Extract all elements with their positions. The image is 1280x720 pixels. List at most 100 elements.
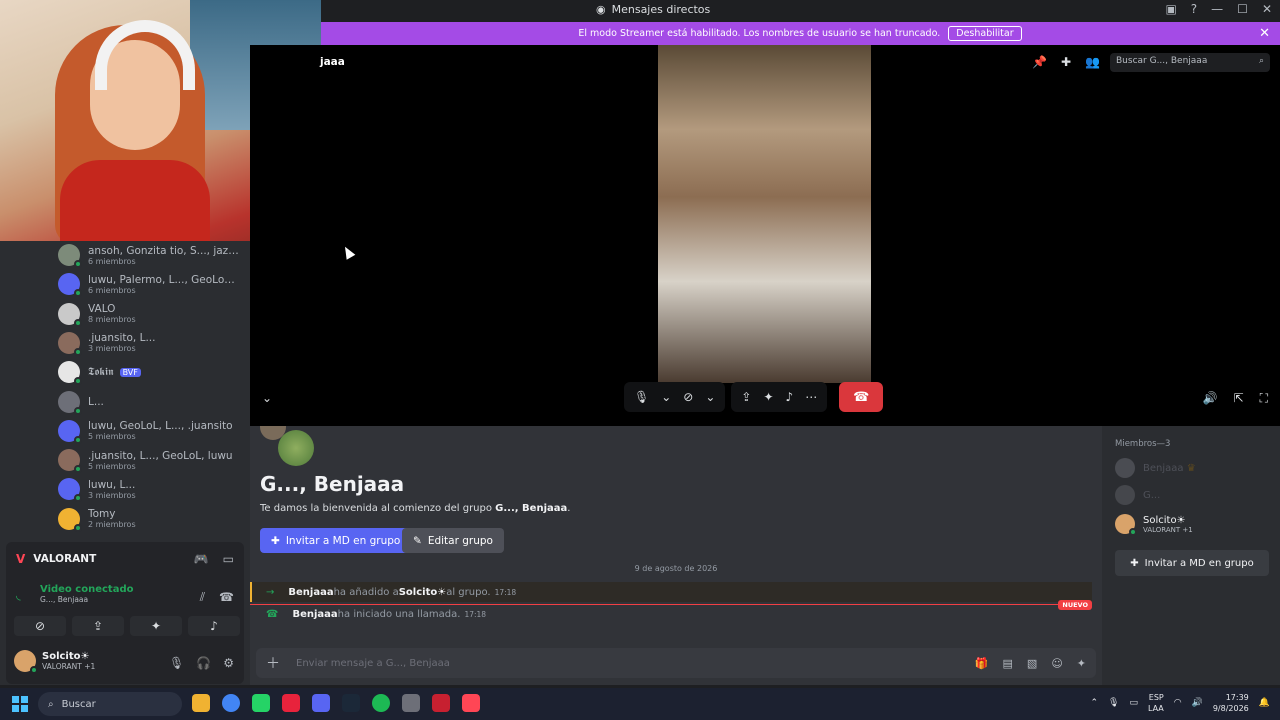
sticker-icon[interactable]: ▧	[1027, 657, 1037, 670]
edit-group-label: Editar grupo	[427, 534, 493, 547]
popout-icon[interactable]: ⇱	[1234, 391, 1244, 406]
dm-members-count: 6 miembros	[88, 285, 136, 295]
wifi-icon[interactable]: ◠	[1174, 698, 1182, 708]
windows-start-icon[interactable]	[12, 696, 28, 712]
dm-item[interactable]: .juansito, L..., GeoLoL, luwu 5 miembros	[58, 446, 243, 474]
game-panel: V VALORANT 🎮 ▭ ◟ Video conectado G..., B…	[6, 542, 244, 684]
microphone-icon[interactable]: 🎙	[169, 656, 184, 670]
fullscreen-icon[interactable]: ⛶	[1260, 391, 1268, 406]
microphone-icon[interactable]: 🎙	[1108, 698, 1119, 708]
soundboard-icon[interactable]: ♪	[786, 390, 794, 404]
clock[interactable]: 17:39 9/8/2026	[1213, 692, 1249, 714]
whatsapp-icon[interactable]	[252, 694, 270, 712]
lol-icon[interactable]	[432, 694, 450, 712]
dm-item[interactable]: luwu, L... 3 miembros	[58, 475, 243, 503]
disable-streamer-button[interactable]: Deshabilitar	[948, 26, 1022, 41]
status-dot	[74, 377, 82, 386]
dm-name: Tomy	[88, 508, 116, 521]
display-icon[interactable]: ▭	[1129, 698, 1138, 708]
inbox-icon[interactable]: ▣	[1165, 2, 1176, 16]
disconnect-icon[interactable]: ☎	[219, 590, 234, 605]
window-title: ◉ Mensajes directos	[596, 3, 711, 16]
user-panel[interactable]: Solcito☀ VALORANT +1	[14, 650, 95, 674]
taskbar-search[interactable]: ⌕ Buscar	[38, 692, 182, 716]
chrome-icon[interactable]	[222, 694, 240, 712]
dm-item[interactable]: VALO 8 miembros	[58, 300, 243, 328]
dm-item[interactable]: 𝕿𝖔𝖐𝖎𝖓 BVF	[58, 358, 243, 386]
steam-icon[interactable]	[342, 694, 360, 712]
chevron-down-icon[interactable]: ⌄	[661, 390, 671, 404]
camera-off-icon[interactable]: ⊘	[683, 390, 693, 404]
volume-icon[interactable]: 🔊	[1192, 698, 1203, 708]
minimize-button[interactable]: —	[1211, 2, 1223, 16]
dm-item[interactable]: Tomy 2 miembros	[58, 505, 243, 533]
add-friend-icon[interactable]: ✚	[1061, 55, 1071, 69]
discord-taskbar-icon[interactable]	[312, 694, 330, 712]
dm-item[interactable]: ansoh, Gonzita tio, S..., jazz ☆, T...6 …	[58, 241, 243, 269]
pin-icon[interactable]: 📌	[1032, 55, 1047, 69]
member-item[interactable]: Solcito☀ VALORANT +1	[1115, 514, 1193, 536]
volume-icon[interactable]: 🔊	[1203, 391, 1218, 406]
message-target[interactable]: Solcito☀	[399, 587, 446, 598]
avatar	[58, 419, 82, 444]
soundboard-button[interactable]: ♪	[188, 616, 240, 636]
search-input[interactable]: Buscar G..., Benjaaa ⌕	[1110, 53, 1270, 72]
chevron-down-icon[interactable]: ⌄	[705, 390, 715, 404]
message-actor[interactable]: Benjaaa	[288, 587, 333, 598]
settings-gear-icon[interactable]: ⚙	[223, 656, 234, 670]
apps-icon[interactable]: ✦	[1077, 657, 1086, 670]
dm-item[interactable]: luwu, Palermo, L..., GeoLoL, .ju...6 mie…	[58, 270, 243, 298]
group-title: G..., Benjaaa	[260, 472, 405, 496]
voice-connected-label[interactable]: Video conectado	[40, 584, 133, 595]
invite-button[interactable]: ✚ Invitar a MD en grupo	[1115, 550, 1269, 576]
camera-off-button[interactable]: ⊘	[14, 616, 66, 636]
controller-icon[interactable]: 🎮	[194, 552, 209, 566]
hangup-button[interactable]: ☎	[839, 382, 884, 412]
riot-client-icon[interactable]	[282, 694, 300, 712]
message-actor[interactable]: Benjaaa	[292, 609, 337, 620]
group-avatar	[278, 430, 314, 466]
taskbar: ⌕ Buscar ⌃ 🎙 ▭ ESP LAA ◠ 🔊 17:39 9/8/202…	[0, 688, 1280, 720]
plus-icon[interactable]: ＋	[266, 653, 280, 673]
maximize-button[interactable]: ☐	[1237, 2, 1248, 16]
chevron-down-icon[interactable]: ⌄	[262, 391, 272, 405]
dm-item[interactable]: L...	[58, 388, 243, 416]
spotify-icon[interactable]	[372, 694, 390, 712]
microphone-icon[interactable]: 🎙	[634, 390, 649, 404]
member-item[interactable]: Benjaaa ♛	[1115, 458, 1196, 478]
member-item[interactable]: G...	[1115, 485, 1160, 505]
stream-game-icon[interactable]: ▭	[223, 552, 234, 566]
dm-item[interactable]: .juansito, L... 3 miembros	[58, 329, 243, 357]
share-screen-icon[interactable]: ⇪	[741, 390, 751, 404]
voice-icons: ⫽ ☎	[200, 590, 234, 605]
help-icon[interactable]: ?	[1191, 2, 1197, 16]
new-badge: NUEVO	[1058, 600, 1092, 610]
activities-icon[interactable]: ✦	[763, 390, 773, 404]
avatar	[58, 449, 82, 474]
language-indicator[interactable]: ESP LAA	[1148, 692, 1164, 714]
close-button[interactable]: ✕	[1262, 2, 1272, 16]
language-code: ESP	[1148, 693, 1164, 702]
notification-icon[interactable]: 🔔	[1259, 698, 1270, 708]
activities-button[interactable]: ✦	[130, 616, 182, 636]
dm-members-count: 2 miembros	[88, 520, 136, 530]
more-icon[interactable]: ⋯	[805, 390, 817, 404]
headphones-icon[interactable]: 🎧	[196, 656, 211, 670]
close-banner-icon[interactable]: ✕	[1259, 26, 1270, 41]
message-input[interactable]	[296, 657, 975, 669]
invite-button[interactable]: ✚ Invitar a MD en grupo	[260, 528, 412, 553]
edit-group-button[interactable]: ✎ Editar grupo	[402, 528, 504, 553]
noise-suppression-icon[interactable]: ⫽	[200, 590, 205, 605]
dm-item[interactable]: luwu, GeoLoL, L..., .juansito 5 miembros	[58, 417, 243, 445]
welcome-suffix: .	[567, 503, 571, 514]
emoji-icon[interactable]: ☺	[1051, 657, 1062, 670]
file-explorer-icon[interactable]	[192, 694, 210, 712]
gift-icon[interactable]: 🎁	[975, 657, 989, 670]
video-stream[interactable]	[658, 45, 871, 383]
gif-icon[interactable]: ▤	[1003, 657, 1013, 670]
chevron-up-icon[interactable]: ⌃	[1090, 698, 1098, 708]
obs-icon[interactable]	[402, 694, 420, 712]
share-screen-button[interactable]: ⇪	[72, 616, 124, 636]
valorant-taskbar-icon[interactable]	[462, 694, 480, 712]
members-icon[interactable]: 👥	[1085, 55, 1100, 69]
